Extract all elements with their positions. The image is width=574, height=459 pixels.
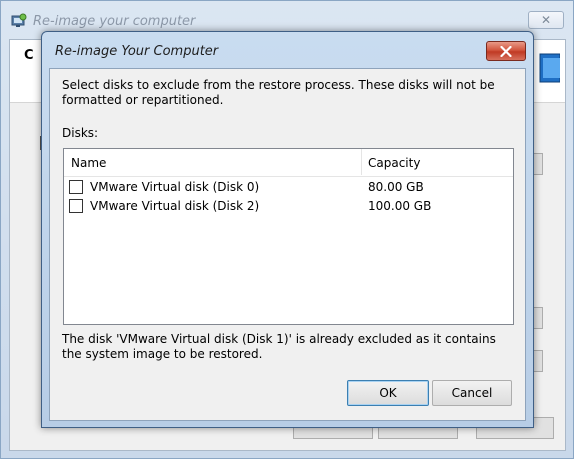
dialog-body: Select disks to exclude from the restore… <box>49 68 526 421</box>
reimage-dialog: Re-image Your Computer Select disks to e… <box>41 31 534 428</box>
column-divider[interactable] <box>361 149 362 175</box>
disk-checkbox[interactable] <box>69 199 83 213</box>
column-header-capacity[interactable]: Capacity <box>368 156 420 170</box>
monitor-icon <box>538 50 561 90</box>
disk-capacity: 100.00 GB <box>368 199 432 213</box>
disk-list[interactable]: Name Capacity VMware Virtual disk (Disk … <box>63 148 514 325</box>
instructions-text: Select disks to exclude from the restore… <box>62 78 495 107</box>
disk-row[interactable]: VMware Virtual disk (Disk 2) 100.00 GB <box>64 196 513 216</box>
disk-name: VMware Virtual disk (Disk 0) <box>90 180 260 194</box>
disks-label: Disks: <box>62 126 99 140</box>
disk-row[interactable]: VMware Virtual disk (Disk 0) 80.00 GB <box>64 177 513 197</box>
background-close-button[interactable]: ✕ <box>528 11 564 29</box>
restore-app-icon <box>11 13 27 29</box>
disk-capacity: 80.00 GB <box>368 180 424 194</box>
cancel-button[interactable]: Cancel <box>432 380 512 406</box>
disk-checkbox[interactable] <box>69 180 83 194</box>
background-header-text: C <box>24 48 34 63</box>
column-header-name[interactable]: Name <box>71 156 106 170</box>
ok-button[interactable]: OK <box>347 380 429 406</box>
excluded-disk-note: The disk 'VMware Virtual disk (Disk 1)' … <box>62 332 496 361</box>
list-header: Name Capacity <box>64 149 513 177</box>
background-window-title: Re-image your computer <box>33 14 196 29</box>
dialog-title: Re-image Your Computer <box>55 44 219 59</box>
dialog-close-button[interactable] <box>486 41 526 61</box>
disk-name: VMware Virtual disk (Disk 2) <box>90 199 260 213</box>
